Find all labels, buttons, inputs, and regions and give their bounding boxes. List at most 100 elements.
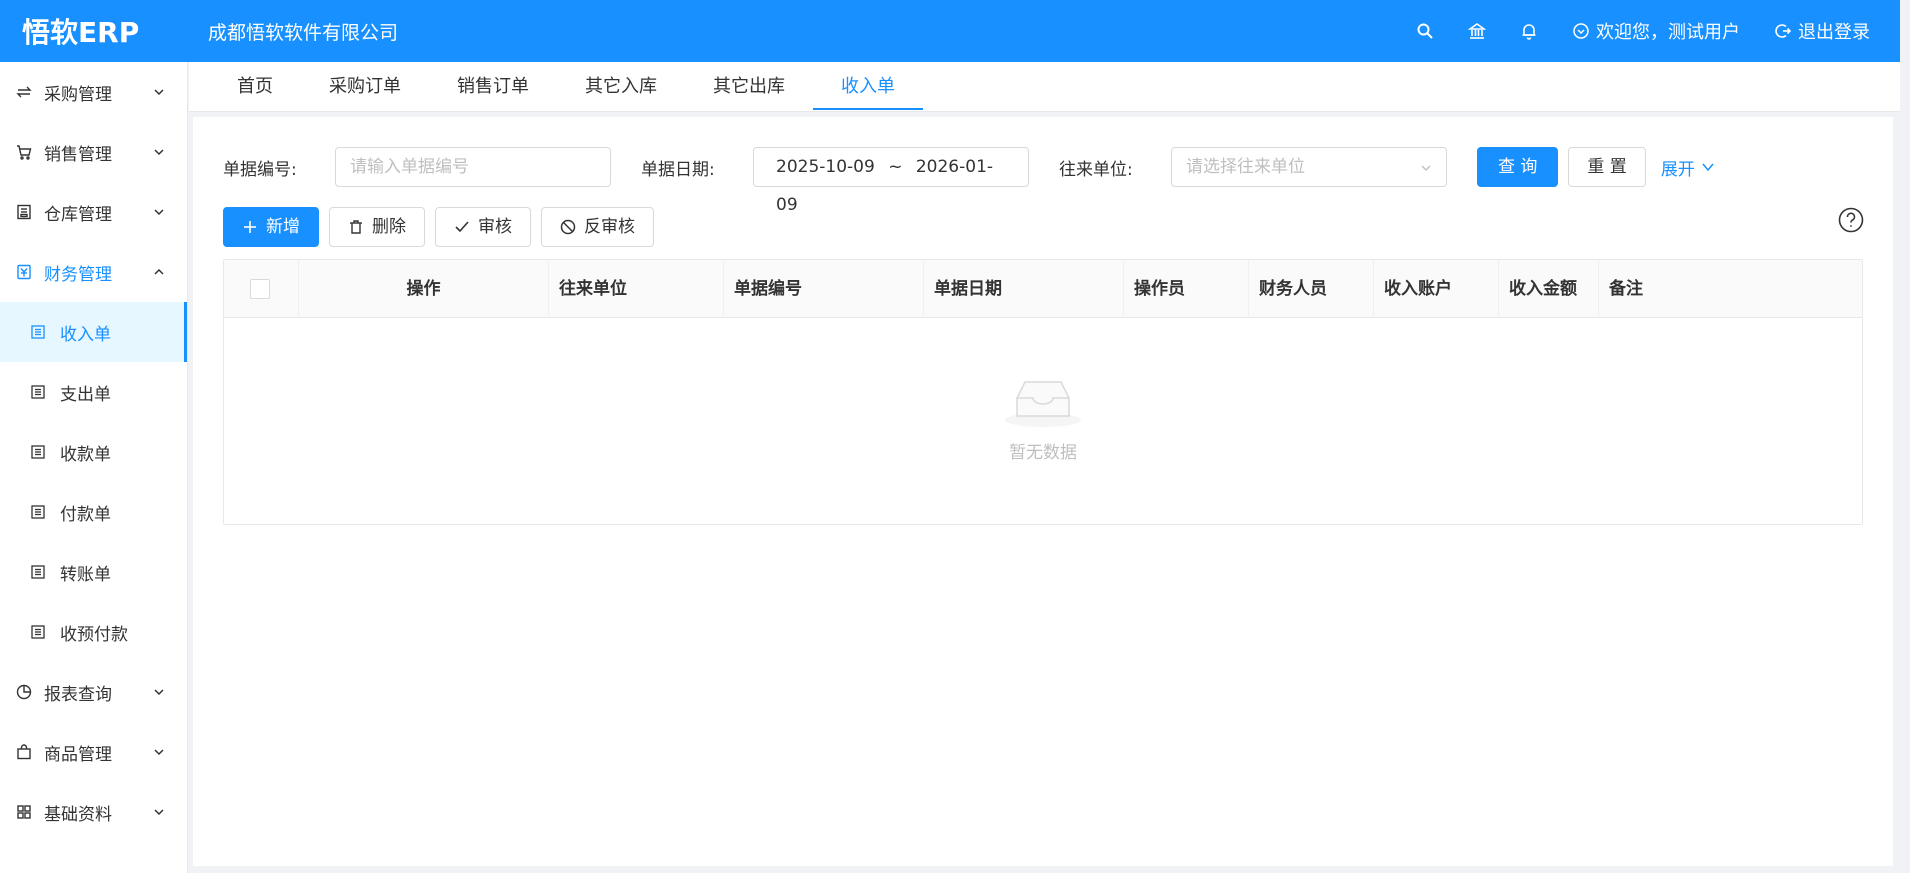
unaudit-label: 反审核 [584, 217, 635, 237]
unaudit-button[interactable]: 反审核 [541, 207, 654, 247]
column-header-remark[interactable]: 备注 [1599, 260, 1862, 318]
app-logo: 悟软ERP [22, 16, 140, 49]
tab-other-outbound[interactable]: 其它出库 [685, 62, 813, 112]
sidebar-item-label: 报表查询 [44, 684, 112, 705]
logout-label: 退出登录 [1798, 22, 1870, 43]
table-header: 操作 往来单位 单据编号 单据日期 操作员 财务人员 收入账户 收入金额 备注 [224, 260, 1862, 318]
sidebar-item-label: 商品管理 [44, 744, 112, 765]
chevron-down-icon [154, 749, 164, 756]
sidebar-subitem-income[interactable]: 收入单 [0, 302, 187, 362]
sidebar-subitem-receipt[interactable]: 收款单 [0, 422, 187, 482]
document-icon [30, 384, 46, 400]
bank-icon[interactable] [1468, 22, 1486, 40]
document-icon [30, 324, 46, 340]
sidebar-item-basic[interactable]: 基础资料 [0, 782, 187, 842]
company-name: 成都悟软软件有限公司 [208, 21, 399, 44]
tab-other-inbound[interactable]: 其它入库 [557, 62, 685, 112]
trash-icon [350, 220, 362, 234]
date-range-picker[interactable]: 2025-10-09 ~ 2026-01-09 [753, 147, 1029, 215]
audit-label: 审核 [478, 217, 512, 237]
sidebar-item-label: 财务管理 [44, 264, 112, 285]
chevron-down-icon [1421, 165, 1431, 171]
column-header-unit[interactable]: 往来单位 [549, 260, 724, 318]
reset-button[interactable]: 重 置 [1568, 147, 1646, 187]
chevron-down-icon [154, 149, 164, 156]
tab-home[interactable]: 首页 [209, 62, 301, 112]
bill-no-input[interactable]: 请输入单据编号 [335, 147, 611, 187]
sidebar: 采购管理 销售管理 仓库管理 财务管理 收入单 支出单 收款单 付款单 转账单 … [0, 62, 188, 873]
filter-bar: 单据编号: 请输入单据编号 单据日期: 2025-10-09 ~ 2026-01… [223, 147, 1715, 215]
sidebar-subitem-advance[interactable]: 收预付款 [0, 602, 187, 662]
sidebar-subitem-expense[interactable]: 支出单 [0, 362, 187, 422]
action-toolbar: 新增 删除 审核 反审核 [223, 207, 654, 247]
logout-button[interactable]: 退出登录 [1774, 18, 1870, 44]
top-header: 悟软ERP 成都悟软软件有限公司 欢迎您，测试用户 退出登录 [0, 0, 1900, 62]
check-icon [455, 221, 469, 233]
date-separator: ~ [888, 157, 903, 177]
chevron-circle-icon [1573, 23, 1589, 39]
bill-no-label: 单据编号: [223, 159, 297, 180]
sidebar-subitem-label: 付款单 [60, 504, 111, 525]
date-start: 2025-10-09 [776, 157, 875, 177]
chevron-down-icon [154, 689, 164, 696]
finance-icon [16, 264, 32, 280]
help-icon[interactable] [1838, 207, 1864, 233]
column-header-finance-staff[interactable]: 财务人员 [1249, 260, 1374, 318]
plus-icon [244, 221, 256, 233]
column-header-bill-date[interactable]: 单据日期 [924, 260, 1124, 318]
delete-label: 删除 [372, 217, 406, 237]
empty-state: 暂无数据 [224, 376, 1862, 463]
sidebar-subitem-payment[interactable]: 付款单 [0, 482, 187, 542]
warehouse-icon [16, 204, 32, 220]
sidebar-subitem-transfer[interactable]: 转账单 [0, 542, 187, 602]
expand-link[interactable]: 展开 [1661, 155, 1715, 180]
search-icon[interactable] [1416, 22, 1434, 40]
select-all-checkbox[interactable] [250, 279, 270, 299]
query-button[interactable]: 查 询 [1477, 147, 1559, 187]
unit-select-placeholder: 请选择往来单位 [1186, 157, 1305, 177]
add-label: 新增 [266, 217, 300, 237]
page-tabs: 首页 采购订单 销售订单 其它入库 其它出库 收入单 [189, 62, 1900, 112]
sidebar-subitem-label: 收入单 [60, 324, 111, 345]
bag-icon [16, 744, 32, 760]
logout-icon [1775, 24, 1792, 38]
sidebar-item-reports[interactable]: 报表查询 [0, 662, 187, 722]
sidebar-item-goods[interactable]: 商品管理 [0, 722, 187, 782]
chevron-up-icon [154, 268, 164, 275]
sidebar-item-label: 仓库管理 [44, 204, 112, 225]
main-content: 单据编号: 请输入单据编号 单据日期: 2025-10-09 ~ 2026-01… [193, 117, 1893, 866]
delete-button[interactable]: 删除 [329, 207, 425, 247]
sidebar-item-purchase[interactable]: 采购管理 [0, 62, 187, 122]
audit-button[interactable]: 审核 [435, 207, 531, 247]
sidebar-item-finance[interactable]: 财务管理 [0, 242, 187, 302]
document-icon [30, 624, 46, 640]
unit-label: 往来单位: [1059, 159, 1133, 180]
bell-icon[interactable] [1520, 22, 1538, 40]
sidebar-item-sales[interactable]: 销售管理 [0, 122, 187, 182]
document-icon [30, 564, 46, 580]
income-table: 操作 往来单位 单据编号 单据日期 操作员 财务人员 收入账户 收入金额 备注 … [223, 259, 1863, 525]
empty-text: 暂无数据 [1009, 443, 1077, 463]
sidebar-subitem-label: 支出单 [60, 384, 111, 405]
tab-income[interactable]: 收入单 [813, 62, 923, 112]
add-button[interactable]: 新增 [223, 207, 319, 247]
sidebar-item-warehouse[interactable]: 仓库管理 [0, 182, 187, 242]
column-header-income-account[interactable]: 收入账户 [1374, 260, 1499, 318]
column-header-action[interactable]: 操作 [299, 260, 549, 318]
document-icon [30, 504, 46, 520]
sidebar-item-label: 采购管理 [44, 84, 112, 105]
select-all-cell [224, 260, 299, 318]
stop-icon [560, 219, 576, 235]
chevron-down-icon [1702, 163, 1714, 172]
column-header-bill-no[interactable]: 单据编号 [724, 260, 924, 318]
grid-icon [16, 804, 32, 820]
chevron-down-icon [154, 809, 164, 816]
user-menu[interactable]: 欢迎您，测试用户 [1572, 18, 1740, 44]
cart-icon [16, 144, 32, 160]
tab-sales-order[interactable]: 销售订单 [429, 62, 557, 112]
tab-purchase-order[interactable]: 采购订单 [301, 62, 429, 112]
column-header-operator[interactable]: 操作员 [1124, 260, 1249, 318]
column-header-income-amount[interactable]: 收入金额 [1499, 260, 1599, 318]
sidebar-item-label: 销售管理 [44, 144, 112, 165]
unit-select[interactable]: 请选择往来单位 [1171, 147, 1447, 187]
